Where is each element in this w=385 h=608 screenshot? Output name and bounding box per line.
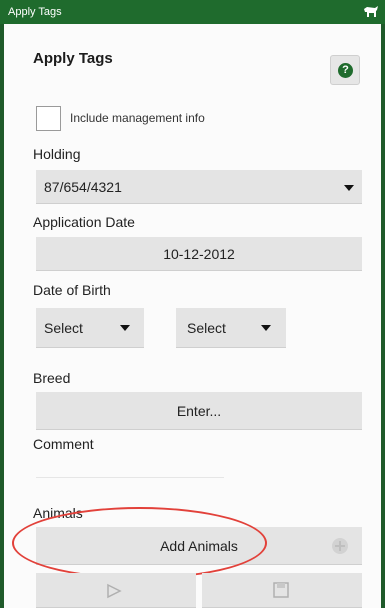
date-of-birth-label: Date of Birth	[33, 282, 111, 298]
breed-button-label: Enter...	[176, 402, 222, 419]
breed-label: Breed	[33, 370, 71, 386]
grid-icon	[332, 538, 348, 554]
send-icon	[107, 583, 122, 599]
breed-button[interactable]: Enter...	[36, 392, 362, 430]
include-management-checkbox[interactable]	[36, 106, 61, 131]
cow-icon	[364, 6, 378, 17]
include-management-label: Include management info	[70, 111, 205, 125]
application-date-value: 10-12-2012	[163, 245, 235, 262]
help-icon: ?	[338, 63, 353, 78]
application-date-label: Application Date	[33, 214, 135, 230]
help-button[interactable]: ?	[330, 55, 360, 85]
highlight-ring	[12, 507, 267, 579]
save-icon	[273, 582, 289, 598]
send-button[interactable]	[36, 573, 196, 608]
chevron-down-icon	[344, 185, 354, 191]
save-button[interactable]	[202, 573, 362, 608]
comment-label: Comment	[33, 436, 94, 452]
dob-month-value: Select	[187, 319, 226, 336]
comment-input[interactable]	[36, 458, 224, 478]
title-bar: Apply Tags	[0, 0, 385, 24]
dob-day-value: Select	[44, 319, 83, 336]
window-title: Apply Tags	[8, 6, 62, 18]
application-date-button[interactable]: 10-12-2012	[36, 237, 362, 271]
holding-dropdown[interactable]: 87/654/4321	[36, 170, 362, 204]
form-heading: Apply Tags	[33, 50, 113, 67]
chevron-down-icon	[120, 325, 130, 331]
holding-value: 87/654/4321	[44, 178, 122, 195]
dob-day-dropdown[interactable]: Select	[36, 308, 144, 348]
chevron-down-icon	[261, 325, 271, 331]
holding-label: Holding	[33, 146, 81, 162]
dob-month-dropdown[interactable]: Select	[176, 308, 286, 348]
